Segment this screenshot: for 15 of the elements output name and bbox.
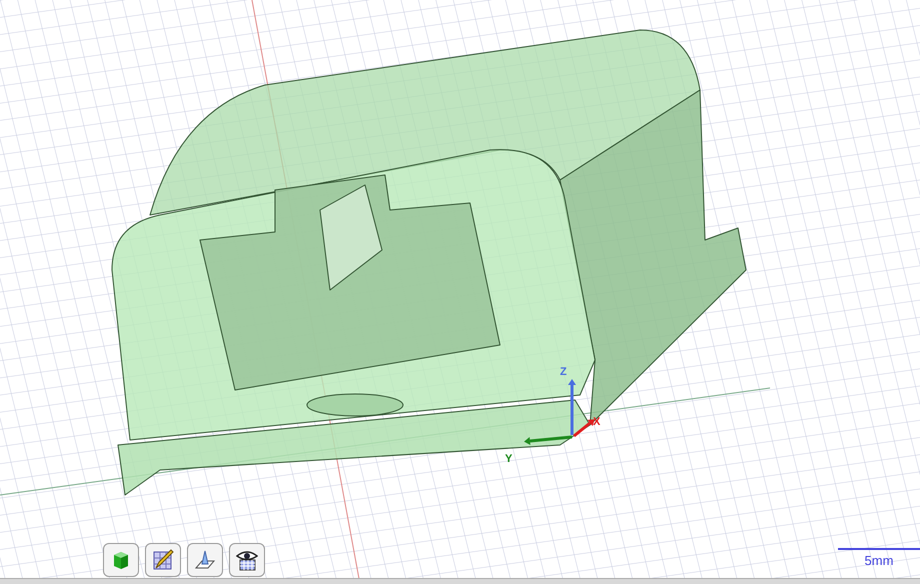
cube-icon bbox=[112, 550, 130, 570]
scale-label: 5mm bbox=[864, 553, 894, 568]
axis-label: Z bbox=[560, 366, 567, 378]
y-axis-arrow bbox=[524, 436, 572, 445]
plane-button[interactable] bbox=[187, 543, 223, 577]
pencil-grid-icon bbox=[152, 549, 174, 571]
axis-label: Y bbox=[505, 453, 512, 465]
x-axis-arrow bbox=[573, 419, 595, 438]
solid-view-button[interactable] bbox=[103, 543, 139, 577]
view-settings-button[interactable] bbox=[229, 543, 265, 577]
sketch-button[interactable] bbox=[145, 543, 181, 577]
z-axis-arrow bbox=[568, 379, 576, 435]
plane-icon bbox=[194, 549, 216, 571]
eye-grid-icon bbox=[236, 549, 258, 571]
axis-label: X bbox=[593, 416, 600, 428]
